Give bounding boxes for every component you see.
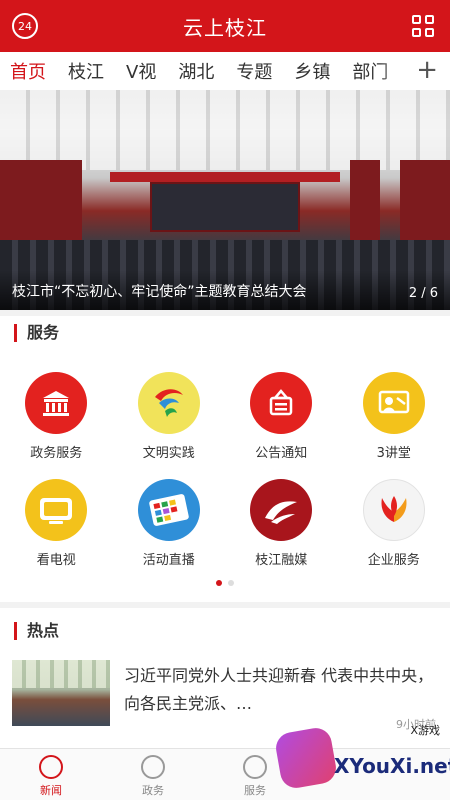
tab-zhijiang[interactable]: 枝江 [68,58,104,84]
section-title: 热点 [14,622,59,640]
zhijiang-media-icon [250,479,313,541]
tab-home[interactable]: 首页 [10,58,46,84]
banner-carousel[interactable]: 枝江市“不忘初心、牢记使命”主题教育总结大会 2 / 6 [0,90,450,310]
tab-topics[interactable]: 专题 [236,58,272,84]
services-section: 服务 政务服务 文明实践 公告通知 3讲堂 看电视 活动直播 枝江融媒 企业服务 [0,316,450,602]
nav-government[interactable]: 政务 [102,749,204,800]
service-icon [243,755,267,779]
government-icon [141,755,165,779]
news-thumbnail [12,660,110,726]
watermark-text: XYouXi.net [334,754,450,778]
service-lecture[interactable]: 3讲堂 [338,372,450,461]
announcement-icon [250,372,313,434]
civilization-practice-icon [137,372,200,434]
tv-icon [25,479,88,541]
watermark-small: X游戏 [410,724,440,737]
tab-hubei[interactable]: 湖北 [178,58,214,84]
channel-tabs: 首页 枝江 V视 湖北 专题 乡镇 部门 + [0,52,450,90]
news-title: 习近平同党外人士共迎新春 代表中共中央，向各民主党派、… [124,666,434,713]
government-building-icon [25,372,88,434]
page-indicator [0,580,450,586]
service-tv[interactable]: 看电视 [0,479,113,568]
service-government[interactable]: 政务服务 [0,372,113,461]
live-broadcast-icon [137,479,200,541]
service-media[interactable]: 枝江融媒 [225,479,338,568]
watermark: X游戏 XYouXi.net [273,718,450,800]
tab-video[interactable]: V视 [126,58,156,84]
tab-fade [380,52,410,90]
enterprise-service-icon [362,479,425,541]
anniversary-badge-icon[interactable]: 24 [12,13,38,39]
grid-menu-icon[interactable] [412,15,434,37]
service-announcements[interactable]: 公告通知 [225,372,338,461]
banner-caption[interactable]: 枝江市“不忘初心、牢记使命”主题教育总结大会 [12,281,382,301]
section-title: 服务 [14,324,59,342]
service-enterprise[interactable]: 企业服务 [338,479,450,568]
banner-pager: 2 / 6 [408,286,438,301]
service-civilization[interactable]: 文明实践 [113,372,226,461]
news-icon [39,755,63,779]
app-header: 24 云上枝江 [0,0,450,52]
gamepad-logo-icon [273,725,339,791]
page-dot-active[interactable] [216,580,222,586]
service-live[interactable]: 活动直播 [113,479,226,568]
services-grid: 政务服务 文明实践 公告通知 3讲堂 看电视 活动直播 枝江融媒 企业服务 [0,372,450,568]
add-channel-icon[interactable]: + [412,56,438,84]
app-title: 云上枝江 [183,15,267,40]
page-dot[interactable] [228,580,234,586]
banner-image [0,90,450,170]
tab-towns[interactable]: 乡镇 [294,58,330,84]
lecture-icon [362,372,425,434]
nav-news[interactable]: 新闻 [0,749,102,800]
